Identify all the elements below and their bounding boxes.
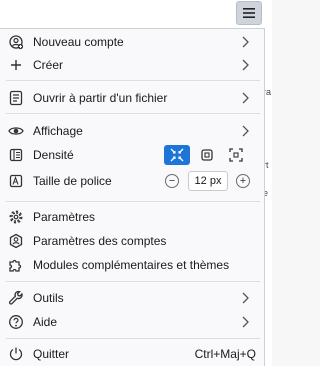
font-size-decrease-button[interactable]: − [165,174,179,188]
plus-icon [8,57,24,73]
menu-item-label: Taille de police [33,174,112,188]
menu-item-new-account[interactable]: Nouveau compte [0,30,264,54]
menu-item-label: Paramètres [33,210,96,224]
menu-item-label: Outils [33,291,64,305]
menu-item-open-file[interactable]: Ouvrir à partir d'un fichier [0,86,264,110]
font-size-icon [8,173,24,189]
menu-item-addons-themes[interactable]: Modules complémentaires et thèmes [0,253,264,277]
menu-item-font-size: Taille de police − 12 px + [0,169,264,193]
density-icon [8,147,24,163]
font-size-value: 12 px [188,171,228,191]
chevron-right-icon [242,292,249,304]
window-top-strip [0,0,272,31]
menu-item-tools[interactable]: Outils [0,286,264,310]
menu-item-create[interactable]: Créer [0,53,264,77]
normal-density-icon [201,149,213,161]
menu-item-help[interactable]: Aide [0,310,264,334]
menu-item-label: Quitter [33,347,70,361]
new-account-icon [8,34,24,50]
menu-item-view[interactable]: Affichage [0,119,264,143]
eye-icon [8,123,24,139]
menu-item-account-settings[interactable]: Paramètres des comptes [0,229,264,253]
wrench-icon [8,290,24,306]
menu-separator [6,338,260,339]
hamburger-icon [243,8,255,18]
menu-separator [6,281,260,282]
app-menu-button[interactable] [236,1,262,25]
menu-item-quit[interactable]: Quitter Ctrl+Maj+Q [0,342,264,366]
app-menu-panel: Nouveau compte Créer Ouvrir à partir d'u… [0,28,265,366]
density-touch-button[interactable] [223,145,249,165]
compact-density-icon [170,148,184,162]
chevron-right-icon [242,36,249,48]
chevron-right-icon [242,59,249,71]
menu-separator [6,201,260,202]
plus-small-icon: + [239,174,247,187]
menu-item-label: Ouvrir à partir d'un fichier [33,91,168,105]
chevron-right-icon [242,316,249,328]
puzzle-icon [8,257,24,273]
menu-item-label: Modules complémentaires et thèmes [33,258,230,272]
menu-item-label: Densité [33,148,74,162]
menu-item-label: Nouveau compte [33,35,124,49]
open-file-icon [8,90,24,106]
chevron-right-icon [242,92,249,104]
power-icon [8,346,24,362]
density-normal-button[interactable] [194,145,220,165]
quit-shortcut: Ctrl+Maj+Q [194,347,256,361]
menu-separator [6,80,260,81]
menu-item-label: Paramètres des comptes [33,234,167,248]
menu-item-label: Créer [33,58,64,72]
menu-item-label: Affichage [33,124,83,138]
menu-item-density: Densité [0,143,264,167]
minus-icon: − [168,174,176,187]
help-icon [8,314,24,330]
chevron-right-icon [242,125,249,137]
touch-density-icon [229,148,243,162]
font-size-increase-button[interactable]: + [236,174,250,188]
density-compact-button[interactable] [164,145,190,165]
menu-item-label: Aide [33,315,58,329]
menu-separator [6,113,260,114]
menu-item-settings[interactable]: Paramètres [0,205,264,229]
account-settings-icon [8,233,24,249]
gear-icon [8,209,24,225]
